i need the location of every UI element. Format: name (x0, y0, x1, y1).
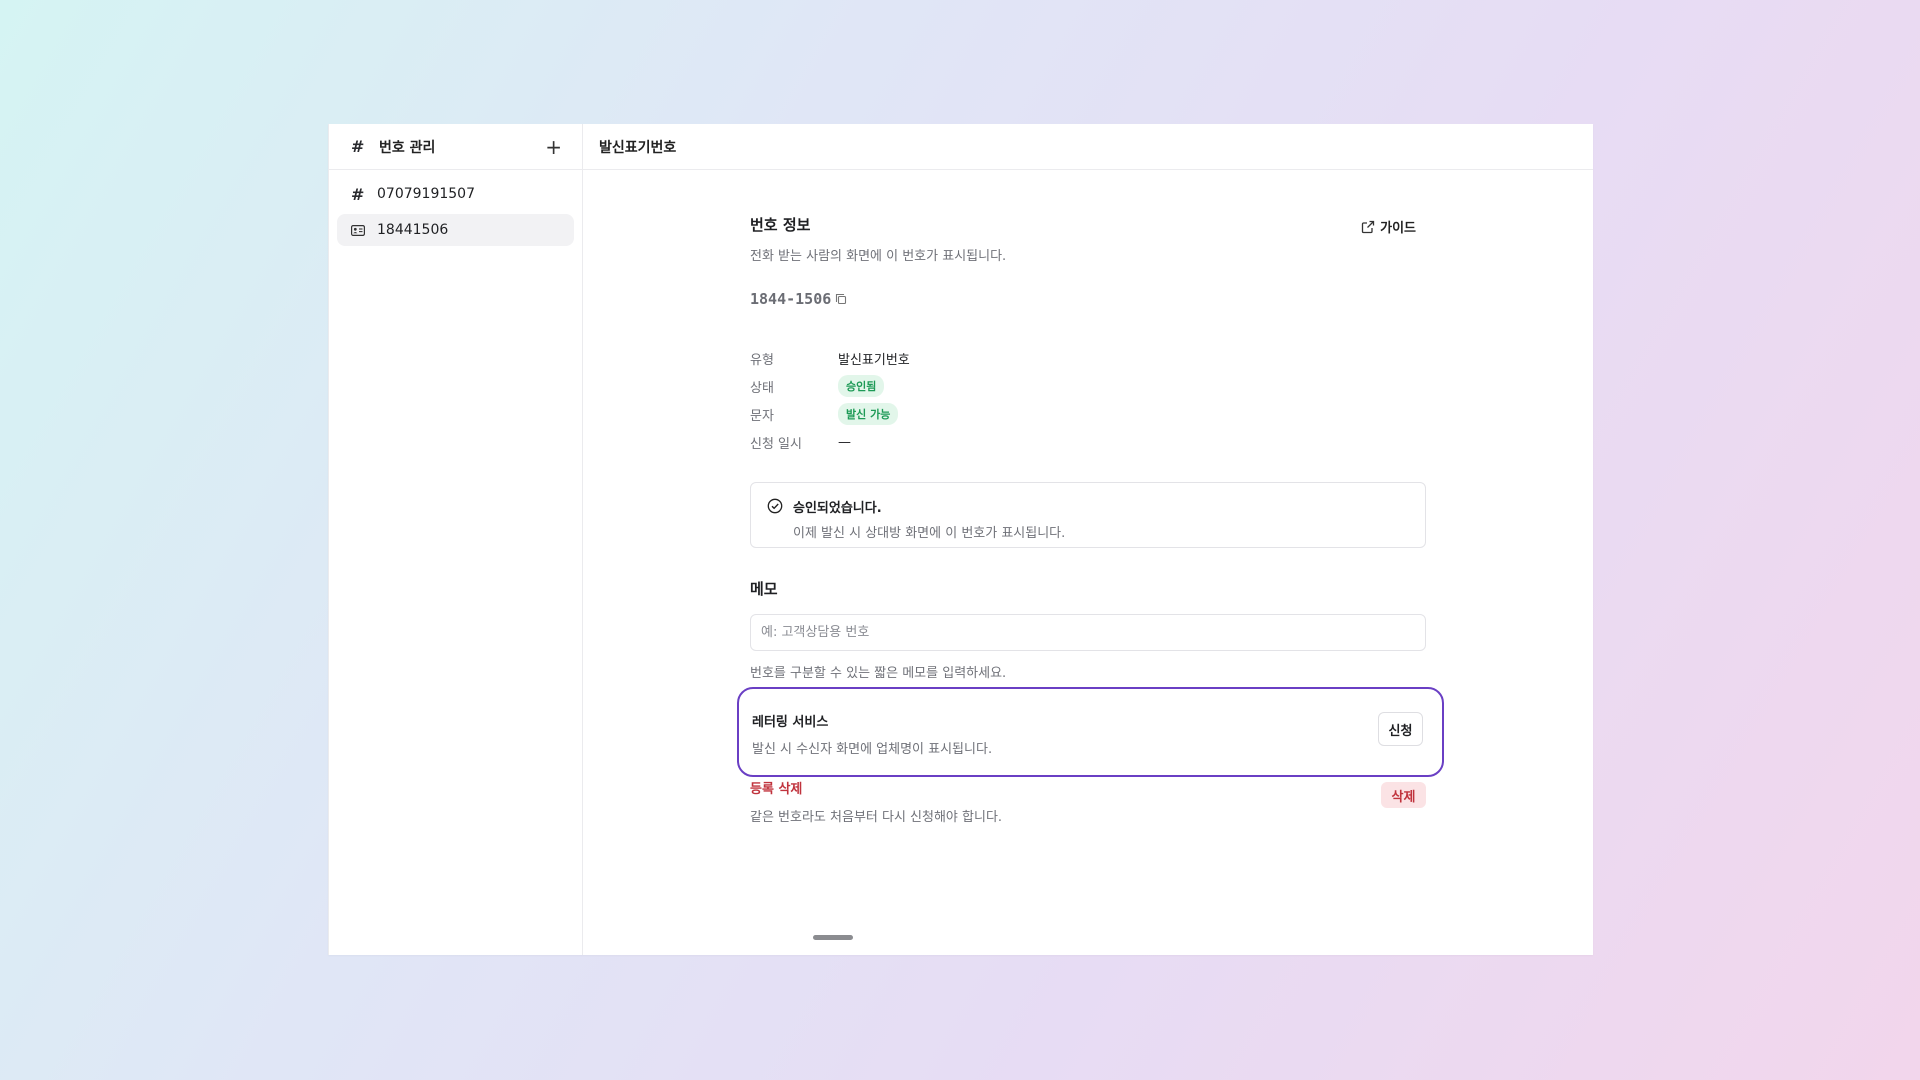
notice-subtitle: 이제 발신 시 상대방 화면에 이 번호가 표시됩니다. (793, 526, 1066, 541)
info-row-status: 상태 승인됨 (750, 372, 1426, 400)
number-detail: 번호 정보 전화 받는 사람의 화면에 이 번호가 표시됩니다. 가이드 184… (737, 214, 1444, 825)
info-key: 신청 일시 (750, 436, 802, 452)
lettering-subtitle: 발신 시 수신자 화면에 업체명이 표시됩니다. (752, 742, 993, 757)
sidebar-item-18441506[interactable]: 18441506 (337, 214, 574, 246)
lettering-title: 레터링 서비스 (752, 715, 829, 730)
info-key: 상태 (750, 380, 774, 396)
approval-notice: 승인되었습니다. 이제 발신 시 상대방 화면에 이 번호가 표시됩니다. (750, 482, 1426, 548)
number-display: 1844-1506 (750, 290, 1426, 308)
info-row-type: 유형 발신표기번호 (750, 344, 1426, 372)
info-row-applied: 신청 일시 — (750, 428, 1426, 456)
section-title: 번호 정보 (750, 216, 811, 234)
memo-input[interactable] (750, 614, 1426, 651)
sidebar-item-label: 18441506 (377, 222, 449, 238)
hash-icon: # (351, 184, 365, 204)
copy-icon[interactable] (835, 293, 847, 305)
main-panel: 발신표기번호 번호 정보 전화 받는 사람의 화면에 이 번호가 표시됩니다. … (583, 124, 1593, 955)
apply-lettering-button[interactable]: 신청 (1378, 712, 1423, 746)
info-key: 문자 (750, 408, 774, 424)
info-table: 유형 발신표기번호 상태 승인됨 문자 발신 가능 신청 일시 — (750, 344, 1426, 456)
info-value: — (838, 434, 851, 450)
id-card-icon (351, 224, 365, 236)
scroll-handle[interactable] (813, 935, 853, 940)
info-row-sms: 문자 발신 가능 (750, 400, 1426, 428)
app-window: # 번호 관리 + # 07079191507 18441506 발신표기번호 … (328, 124, 1593, 955)
memo-help: 번호를 구분할 수 있는 짧은 메모를 입력하세요. (750, 666, 1007, 681)
delete-title: 등록 삭제 (750, 782, 803, 797)
notice-title: 승인되었습니다. (793, 501, 882, 516)
memo-title: 메모 (750, 580, 778, 598)
status-badge: 승인됨 (838, 375, 885, 397)
hash-icon: # (351, 137, 365, 156)
sidebar-item-label: 07079191507 (377, 186, 475, 202)
sms-badge: 발신 가능 (838, 403, 899, 425)
sidebar-item-07079191507[interactable]: # 07079191507 (337, 178, 574, 210)
sidebar-title: 번호 관리 (379, 139, 436, 156)
delete-button[interactable]: 삭제 (1381, 782, 1426, 808)
add-number-button[interactable]: + (545, 137, 562, 157)
number-list: # 07079191507 18441506 (329, 170, 582, 258)
external-link-icon (1361, 220, 1375, 233)
delete-subtitle: 같은 번호라도 처음부터 다시 신청해야 합니다. (750, 810, 1003, 825)
lettering-service-section: 레터링 서비스 발신 시 수신자 화면에 업체명이 표시됩니다. 신청 (737, 687, 1444, 777)
phone-number: 1844-1506 (750, 290, 832, 308)
info-key: 유형 (750, 352, 774, 368)
guide-link[interactable]: 가이드 (1361, 217, 1416, 236)
sidebar: # 번호 관리 + # 07079191507 18441506 (328, 124, 583, 955)
section-subtitle: 전화 받는 사람의 화면에 이 번호가 표시됩니다. (750, 249, 1007, 264)
sidebar-header: # 번호 관리 + (329, 124, 582, 170)
guide-label: 가이드 (1380, 221, 1416, 236)
page-title: 발신표기번호 (599, 139, 677, 156)
check-circle-icon (767, 498, 783, 514)
main-header: 발신표기번호 (583, 124, 1593, 170)
delete-section: 등록 삭제 같은 번호라도 처음부터 다시 신청해야 합니다. 삭제 (750, 778, 1426, 825)
info-value: 발신표기번호 (838, 352, 910, 368)
